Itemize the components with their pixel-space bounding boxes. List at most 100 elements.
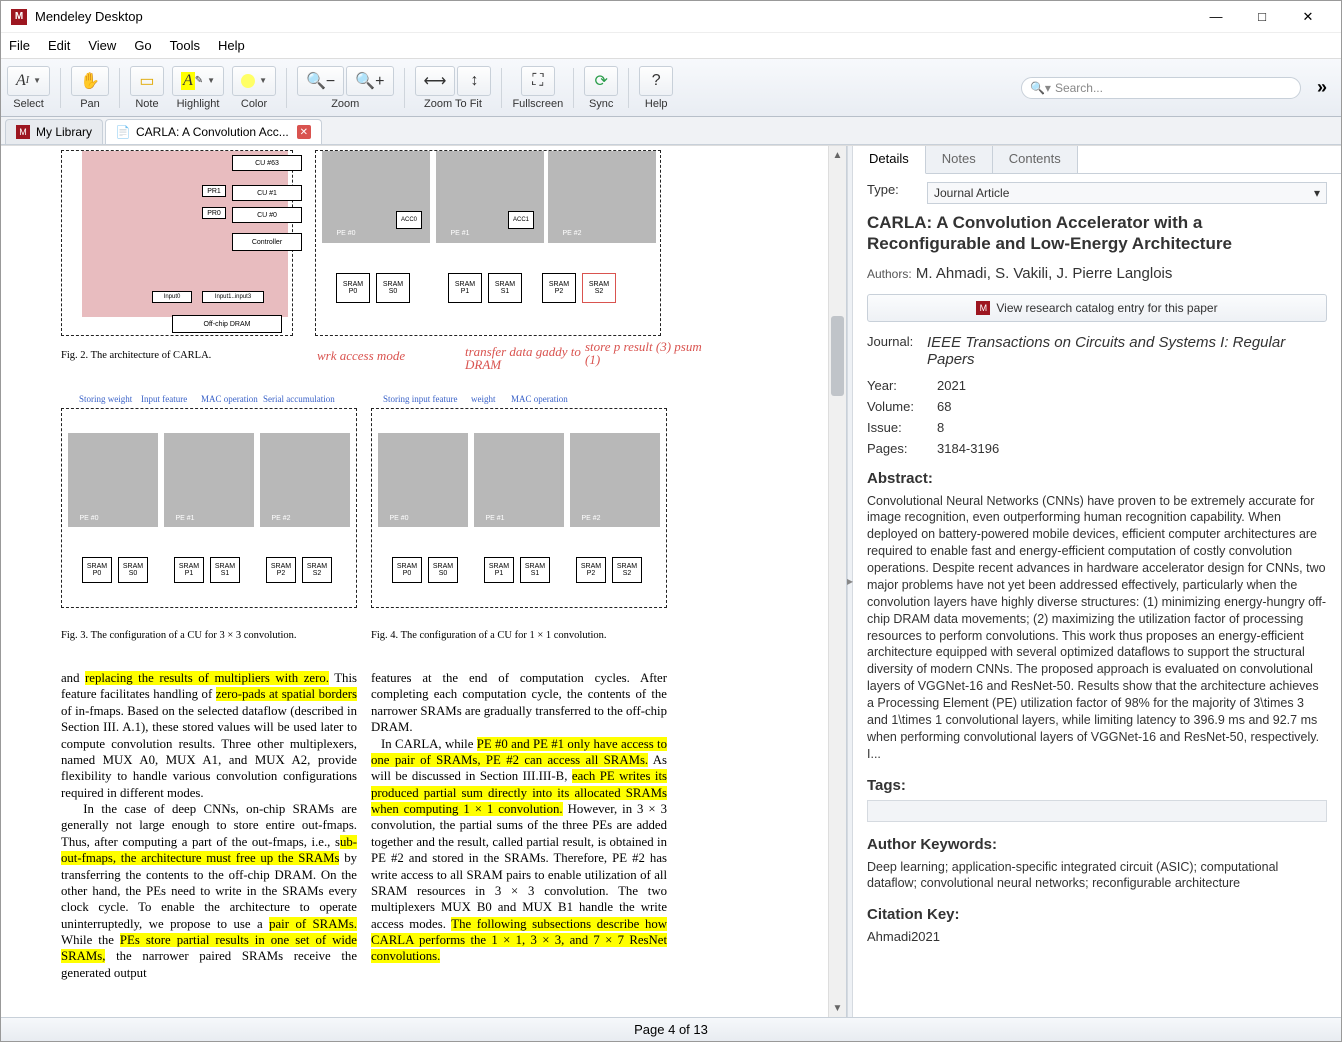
app-icon: M	[11, 9, 27, 25]
issue-value[interactable]: 8	[937, 420, 944, 435]
issue-label: Issue:	[867, 420, 937, 435]
status-bar: Page 4 of 13	[1, 1017, 1341, 1041]
box-acc0: ACC0	[396, 211, 422, 229]
figure-2-left: CU #63 CU #1 CU #0 PR1 PR0 Controller In…	[61, 150, 293, 336]
minimize-button[interactable]: —	[1193, 2, 1239, 32]
figure-3: PE #0 PE #1 PE #2 SRAMP0 SRAMS0 SRAMP1 S…	[61, 408, 357, 608]
scroll-up-icon[interactable]: ▲	[829, 146, 846, 164]
f4-sp2: SRAMP2	[576, 557, 606, 583]
lbl-storing-input: Storing input feature	[383, 394, 457, 404]
journal-value[interactable]: IEEE Transactions on Circuits and System…	[927, 334, 1327, 368]
box-sramp2a: SRAMP2	[542, 273, 576, 303]
title-bar: M Mendeley Desktop — □ ✕	[1, 1, 1341, 33]
authors-value[interactable]: M. Ahmadi, S. Vakili, J. Pierre Langlois	[916, 265, 1173, 282]
box-dram: Off-chip DRAM	[172, 315, 282, 333]
fullscreen-label: Fullscreen	[512, 98, 563, 110]
help-button[interactable]: ?	[639, 66, 673, 96]
tab-contents[interactable]: Contents	[993, 146, 1078, 173]
highlight-tool-button[interactable]: A✎▼	[172, 66, 224, 96]
chevron-down-icon: ▾	[1314, 186, 1320, 200]
pdf-viewer[interactable]: CU #63 CU #1 CU #0 PR1 PR0 Controller In…	[1, 146, 847, 1017]
box-srams0a: SRAMS0	[376, 273, 410, 303]
pages-value[interactable]: 3184-3196	[937, 441, 999, 456]
box-cu0: CU #0	[232, 207, 302, 223]
tab-notes[interactable]: Notes	[926, 146, 993, 173]
pdf-scrollbar[interactable]: ▲ ▼	[828, 146, 846, 1017]
catalog-button-label: View research catalog entry for this pap…	[996, 301, 1217, 315]
box-acc1: ACC1	[508, 211, 534, 229]
box-srams1a: SRAMS1	[488, 273, 522, 303]
box-srams2a: SRAMS2	[582, 273, 616, 303]
box-sramp1a: SRAMP1	[448, 273, 482, 303]
tab-details[interactable]: Details	[853, 146, 926, 174]
fullscreen-button[interactable]: ⛶	[521, 66, 555, 96]
menu-help[interactable]: Help	[218, 38, 245, 53]
menu-go[interactable]: Go	[134, 38, 151, 53]
paper-text-right: features at the end of computation cycle…	[371, 670, 667, 965]
volume-label: Volume:	[867, 399, 937, 414]
scroll-down-icon[interactable]: ▼	[829, 999, 846, 1017]
fit-width-button[interactable]: ⟷	[415, 66, 456, 96]
menu-edit[interactable]: Edit	[48, 38, 70, 53]
f4-sp1: SRAMP1	[484, 557, 514, 583]
menu-tools[interactable]: Tools	[170, 38, 200, 53]
maximize-button[interactable]: □	[1239, 2, 1285, 32]
year-label: Year:	[867, 378, 937, 393]
menu-view[interactable]: View	[88, 38, 116, 53]
box-pr1: PR1	[202, 185, 226, 197]
select-tool-button[interactable]: AI▼	[7, 66, 50, 96]
f4-ss2: SRAMS2	[612, 557, 642, 583]
author-keywords-value[interactable]: Deep learning; application-specific inte…	[867, 859, 1327, 893]
details-panel: Details Notes Contents Type: Journal Art…	[853, 146, 1341, 1017]
pages-label: Pages:	[867, 441, 937, 456]
paper-title[interactable]: CARLA: A Convolution Accelerator with a …	[867, 212, 1327, 255]
menu-bar: File Edit View Go Tools Help	[1, 33, 1341, 59]
tab-library-label: My Library	[36, 125, 92, 139]
box-cu63: CU #63	[232, 155, 302, 171]
highlight-label: Highlight	[177, 98, 220, 110]
f3-pe1: PE #1	[168, 513, 202, 523]
f4-ss0: SRAMS0	[428, 557, 458, 583]
tab-library[interactable]: M My Library	[5, 119, 103, 144]
citation-key-heading: Citation Key:	[867, 906, 1327, 923]
f3-ss1: SRAMS1	[210, 557, 240, 583]
paper-text-left: and replacing the results of multipliers…	[61, 670, 357, 981]
box-pe1a: PE #1	[440, 227, 480, 239]
type-select[interactable]: Journal Article ▾	[927, 182, 1327, 204]
tab-document[interactable]: 📄 CARLA: A Convolution Acc... ✕	[105, 119, 322, 144]
note-tool-button[interactable]: ▭	[130, 66, 164, 96]
annotation-redink-b: transfer data gaddy to DRAM	[465, 345, 585, 371]
zoom-label: Zoom	[331, 98, 359, 110]
citation-key-value[interactable]: Ahmadi2021	[867, 929, 1327, 944]
abstract-heading: Abstract:	[867, 470, 1327, 487]
volume-value[interactable]: 68	[937, 399, 951, 414]
f4-pe0: PE #0	[382, 513, 416, 523]
f4-pe1: PE #1	[478, 513, 512, 523]
tags-input[interactable]	[867, 800, 1327, 822]
tab-close-icon[interactable]: ✕	[297, 125, 311, 139]
zoom-in-button[interactable]: 🔍+	[346, 66, 393, 96]
box-controller: Controller	[232, 233, 302, 251]
toolbar: AI▼ Select ✋ Pan ▭ Note A✎▼ Highlight ▼ …	[1, 59, 1341, 117]
menu-file[interactable]: File	[9, 38, 30, 53]
sync-button[interactable]: ⟳	[584, 66, 618, 96]
color-tool-button[interactable]: ▼	[232, 66, 276, 96]
pan-tool-button[interactable]: ✋	[71, 66, 109, 96]
search-input[interactable]: 🔍▾ Search...	[1021, 77, 1301, 99]
f3-sp0: SRAMP0	[82, 557, 112, 583]
box-pe2a: PE #2	[552, 227, 592, 239]
search-icon: 🔍▾	[1030, 81, 1051, 95]
annotation-redink-c: store p result (3) psum (1)	[585, 340, 705, 366]
scroll-thumb[interactable]	[831, 316, 844, 396]
toolbar-overflow-icon[interactable]: »	[1309, 77, 1335, 98]
abstract-text[interactable]: Convolutional Neural Networks (CNNs) hav…	[867, 493, 1327, 763]
pdf-page: CU #63 CU #1 CU #0 PR1 PR0 Controller In…	[25, 150, 822, 1013]
help-label: Help	[645, 98, 668, 110]
lbl-input-feature: Input feature	[141, 394, 187, 404]
year-value[interactable]: 2021	[937, 378, 966, 393]
close-button[interactable]: ✕	[1285, 2, 1331, 32]
zoom-out-button[interactable]: 🔍−	[297, 66, 344, 96]
catalog-button[interactable]: M View research catalog entry for this p…	[867, 294, 1327, 322]
fit-height-button[interactable]: ↕	[457, 66, 491, 96]
f3-pe2: PE #2	[264, 513, 298, 523]
